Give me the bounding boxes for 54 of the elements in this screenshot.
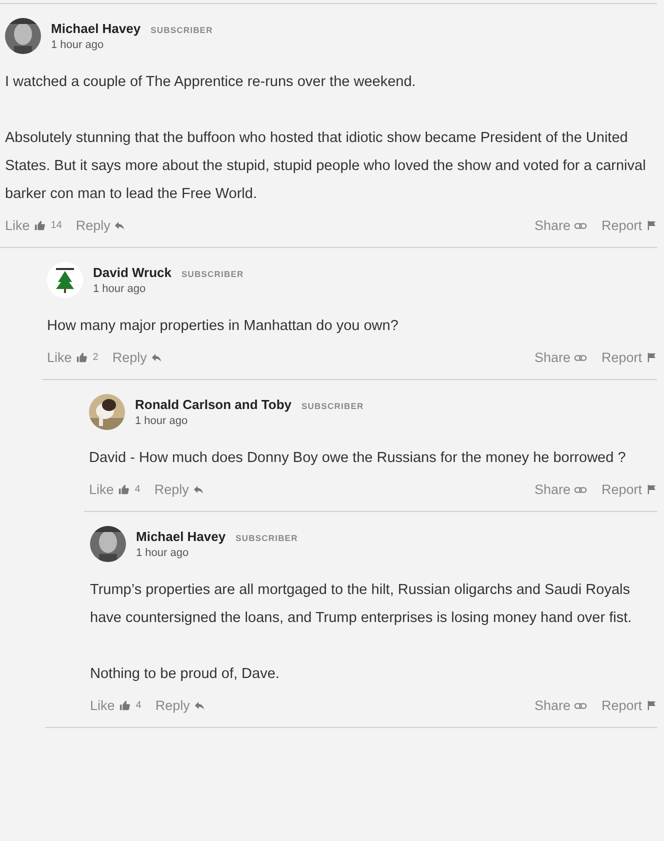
reply-arrow-icon [114, 220, 126, 231]
share-button[interactable]: Share [534, 350, 588, 365]
reply-button[interactable]: Reply [155, 698, 205, 713]
flag-icon [646, 700, 657, 711]
link-icon [574, 702, 588, 710]
link-icon [574, 486, 588, 494]
thumbs-up-icon [76, 352, 87, 363]
like-button[interactable]: Like [90, 698, 130, 713]
reply-arrow-icon [194, 700, 205, 711]
like-count: 2 [92, 352, 98, 363]
like-button[interactable]: Like [89, 482, 129, 497]
subscriber-label: SUBSCRIBER [150, 25, 213, 35]
thumbs-up-icon [34, 220, 45, 231]
comment-text: How many major properties in Manhattan do you own? [47, 317, 400, 336]
like-count: 4 [134, 484, 140, 495]
flag-icon [646, 220, 657, 231]
like-count: 14 [50, 220, 62, 231]
link-icon [574, 354, 588, 362]
comment-text: Trump’s properties are all mortgaged to the hilt, Russian oligarchs and Saudi Royals have countersigned the loans, and Trump enterprises is losing money hand over fist. [90, 581, 633, 628]
author-name[interactable]: Ronald Carlson and Toby [135, 397, 292, 412]
timestamp: 1 hour ago [93, 283, 147, 295]
reply-button[interactable]: Reply [112, 350, 162, 365]
reply-button[interactable]: Reply [154, 482, 204, 497]
share-button[interactable]: Share [534, 218, 588, 233]
timestamp: 1 hour ago [135, 415, 189, 427]
thumbs-up-icon [118, 484, 129, 495]
author-name[interactable]: David Wruck [93, 265, 172, 280]
report-button[interactable]: Report [601, 350, 657, 365]
link-icon [574, 222, 588, 230]
share-button[interactable]: Share [534, 698, 588, 713]
author-name[interactable]: Michael Havey [51, 21, 141, 36]
timestamp: 1 hour ago [136, 547, 190, 559]
share-button[interactable]: Share [534, 482, 588, 497]
timestamp: 1 hour ago [51, 39, 105, 51]
reply-arrow-icon [192, 484, 204, 495]
reply-button[interactable]: Reply [76, 218, 126, 233]
like-button[interactable]: Like [47, 350, 87, 365]
like-button[interactable]: Like [5, 218, 45, 233]
subscriber-label: SUBSCRIBER [302, 401, 364, 411]
report-button[interactable]: Report [601, 698, 657, 713]
subscriber-label: SUBSCRIBER [182, 269, 244, 279]
comment-text: Nothing to be proud of, Dave. [90, 665, 280, 684]
author-name[interactable]: Michael Havey [136, 529, 226, 544]
flag-icon [646, 484, 657, 495]
report-button[interactable]: Report [601, 482, 657, 497]
flag-icon [646, 352, 657, 363]
comment-text: Absolutely stunning that the buffoon who hosted that idiotic show became President of the United States. But it says more about the stupid, stupid people who loved the show and voted for a carnival barker con man to lead the Free World. [5, 129, 647, 204]
like-count: 4 [136, 700, 142, 711]
comment-text: I watched a couple of The Apprentice re-runs over the weekend. [5, 73, 417, 92]
report-button[interactable]: Report [601, 218, 657, 233]
subscriber-label: SUBSCRIBER [236, 533, 298, 543]
thumbs-up-icon [118, 700, 130, 711]
reply-arrow-icon [150, 352, 162, 363]
comment-text: David - How much does Donny Boy owe the Russians for the money he borrowed ? [89, 449, 627, 468]
